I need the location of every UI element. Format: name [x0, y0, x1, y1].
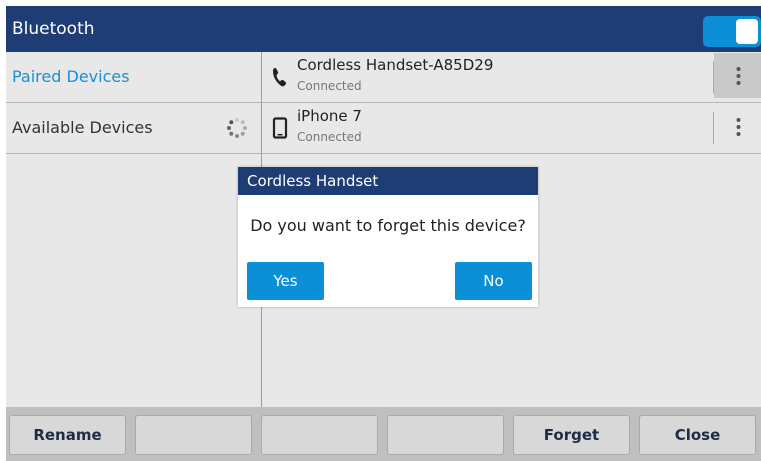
sidebar-item-paired-devices[interactable]: Paired Devices [6, 52, 261, 103]
spinner-icon [227, 118, 247, 138]
no-button[interactable]: No [455, 262, 532, 300]
header-bar: Bluetooth [6, 6, 761, 52]
forget-softkey[interactable]: Forget [513, 415, 630, 455]
sidebar-item-available-devices[interactable]: Available Devices [6, 103, 261, 154]
more-options-button[interactable] [714, 104, 761, 149]
toggle-knob [736, 19, 758, 44]
forget-device-dialog: Cordless Handset Do you want to forget t… [238, 167, 538, 307]
empty-softkey[interactable] [261, 415, 378, 455]
device-status: Connected [297, 130, 362, 144]
more-vertical-icon [736, 67, 741, 85]
bluetooth-screen: Bluetooth Paired Devices Available Devic… [0, 0, 761, 461]
device-name: Cordless Handset-A85D29 [297, 56, 494, 74]
more-vertical-icon [736, 118, 741, 136]
phone-handset-icon [273, 68, 287, 87]
empty-softkey[interactable] [135, 415, 252, 455]
device-status: Connected [297, 79, 362, 93]
softkey-bar: Rename Forget Close [6, 407, 761, 461]
page-title: Bluetooth [12, 19, 95, 39]
dialog-title: Cordless Handset [238, 167, 538, 195]
bluetooth-toggle[interactable] [703, 16, 761, 47]
sidebar-item-label: Available Devices [12, 118, 153, 137]
device-name: iPhone 7 [297, 107, 362, 125]
close-softkey[interactable]: Close [639, 415, 756, 455]
device-row[interactable]: iPhone 7 Connected [262, 103, 761, 154]
device-row[interactable]: Cordless Handset-A85D29 Connected [262, 52, 761, 103]
yes-button[interactable]: Yes [247, 262, 324, 300]
mobile-phone-icon [272, 117, 288, 139]
dialog-message: Do you want to forget this device? [250, 216, 526, 235]
rename-softkey[interactable]: Rename [9, 415, 126, 455]
more-options-button[interactable] [714, 53, 761, 98]
sidebar-item-label: Paired Devices [12, 67, 130, 86]
empty-softkey[interactable] [387, 415, 504, 455]
